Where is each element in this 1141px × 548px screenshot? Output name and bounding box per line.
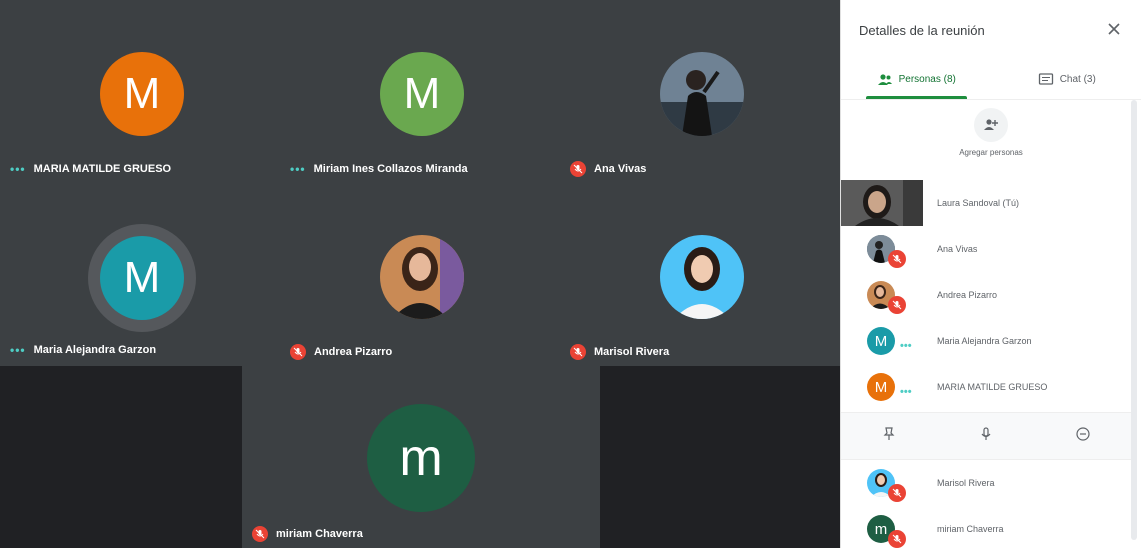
people-icon	[877, 73, 892, 85]
list-item[interactable]: Marisol Rivera	[841, 460, 1131, 506]
participant-name: Maria Alejandra Garzon	[33, 344, 157, 356]
list-item[interactable]: Laura Sandoval (Tú)	[841, 180, 1131, 226]
pin-icon	[883, 426, 895, 440]
mic-off-icon	[570, 161, 586, 177]
video-tile[interactable]: Andrea Pizarro	[280, 183, 560, 366]
participant-name: miriam Chaverra	[276, 528, 363, 540]
remove-button[interactable]	[1075, 426, 1091, 447]
participant-photo	[660, 235, 744, 319]
person-name: Laura Sandoval (Tú)	[937, 198, 1020, 208]
participant-name-tag: Andrea Pizarro	[290, 344, 392, 360]
meeting-details-panel: Detalles de la reunión Personas (8) Chat…	[840, 0, 1141, 548]
mute-button[interactable]	[978, 426, 994, 447]
participant-name-tag: ••• Miriam Ines Collazos Miranda	[290, 163, 468, 175]
empty-tile	[600, 366, 840, 548]
tab-chat[interactable]: Chat (3)	[992, 60, 1141, 99]
avatar: M	[100, 236, 184, 320]
avatar: M	[867, 373, 895, 401]
list-item[interactable]: m miriam Chaverra	[841, 506, 1131, 548]
list-item[interactable]: M ••• Maria Alejandra Garzon	[841, 318, 1131, 364]
person-name: Ana Vivas	[937, 244, 978, 254]
remove-circle-icon	[1076, 426, 1090, 441]
mic-off-icon	[888, 530, 906, 548]
participant-name: MARIA MATILDE GRUESO	[33, 163, 172, 175]
participant-name-tag: Marisol Rivera	[570, 344, 669, 360]
close-icon	[1108, 23, 1120, 35]
mic-off-icon	[252, 526, 268, 542]
self-video-thumbnail	[841, 180, 923, 226]
avatar: M	[867, 327, 895, 355]
list-item[interactable]: Ana Vivas	[841, 226, 1131, 272]
participant-name: Marisol Rivera	[594, 346, 670, 358]
chat-icon	[1038, 72, 1053, 85]
list-item[interactable]: Andrea Pizarro	[841, 272, 1131, 318]
video-tile[interactable]: M ••• MARIA MATILDE GRUESO	[0, 0, 280, 183]
tab-chat-label: Chat (3)	[1059, 74, 1096, 85]
scrollbar[interactable]	[1131, 100, 1137, 540]
person-name: Marisol Rivera	[937, 478, 995, 488]
video-tile[interactable]: Marisol Rivera	[560, 183, 840, 366]
mic-off-icon	[888, 250, 906, 268]
people-list-continued: Marisol Rivera m miriam Chaverra	[841, 460, 1131, 548]
add-people-label: Agregar personas	[959, 148, 1023, 157]
mic-icon	[981, 426, 991, 440]
video-tile[interactable]: m miriam Chaverra	[242, 366, 600, 548]
participant-name: Ana Vivas	[594, 163, 647, 175]
add-person-icon	[974, 108, 1008, 142]
speaking-indicator-icon: •••	[900, 386, 912, 398]
pin-button[interactable]	[881, 426, 897, 447]
participant-name-tag: ••• Maria Alejandra Garzon	[10, 344, 156, 356]
mic-off-icon	[290, 344, 306, 360]
person-name: miriam Chaverra	[937, 524, 1004, 534]
empty-tile	[0, 366, 242, 548]
participant-name: Miriam Ines Collazos Miranda	[313, 163, 468, 175]
tab-people-label: Personas (8)	[898, 74, 956, 85]
people-list: Laura Sandoval (Tú) Ana Vivas Andrea Piz…	[841, 180, 1131, 410]
speaking-indicator-icon: •••	[900, 340, 912, 352]
video-tile[interactable]: Ana Vivas	[560, 0, 840, 183]
video-tile[interactable]: M ••• Maria Alejandra Garzon	[0, 183, 280, 366]
participant-controls	[841, 412, 1131, 460]
close-button[interactable]	[1105, 20, 1123, 38]
avatar: M	[380, 52, 464, 136]
speaking-indicator-icon: •••	[290, 162, 306, 176]
panel-title: Detalles de la reunión	[859, 22, 985, 38]
panel-tabs: Personas (8) Chat (3)	[841, 60, 1141, 100]
participant-name-tag: ••• MARIA MATILDE GRUESO	[10, 163, 171, 175]
list-item[interactable]: M ••• MARIA MATILDE GRUESO	[841, 364, 1131, 410]
add-people-button[interactable]: Agregar personas	[956, 108, 1026, 158]
panel-header: Detalles de la reunión	[841, 0, 1141, 60]
person-name: Andrea Pizarro	[937, 290, 998, 300]
meet-window: M ••• MARIA MATILDE GRUESO M ••• Miriam …	[0, 0, 1141, 548]
tab-people[interactable]: Personas (8)	[841, 60, 992, 99]
avatar: M	[100, 52, 184, 136]
participant-name: Andrea Pizarro	[314, 346, 393, 358]
participant-photo	[660, 52, 744, 136]
mic-off-icon	[570, 344, 586, 360]
speaking-indicator-icon: •••	[10, 343, 26, 357]
video-tile[interactable]: M ••• Miriam Ines Collazos Miranda	[280, 0, 560, 183]
person-name: MARIA MATILDE GRUESO	[937, 382, 1048, 392]
participant-name-tag: Ana Vivas	[570, 161, 646, 177]
mic-off-icon	[888, 296, 906, 314]
mic-off-icon	[888, 484, 906, 502]
person-name: Maria Alejandra Garzon	[937, 336, 1032, 346]
speaking-indicator-icon: •••	[10, 162, 26, 176]
participant-photo	[380, 235, 464, 319]
avatar: m	[367, 404, 475, 512]
participant-name-tag: miriam Chaverra	[252, 526, 363, 542]
